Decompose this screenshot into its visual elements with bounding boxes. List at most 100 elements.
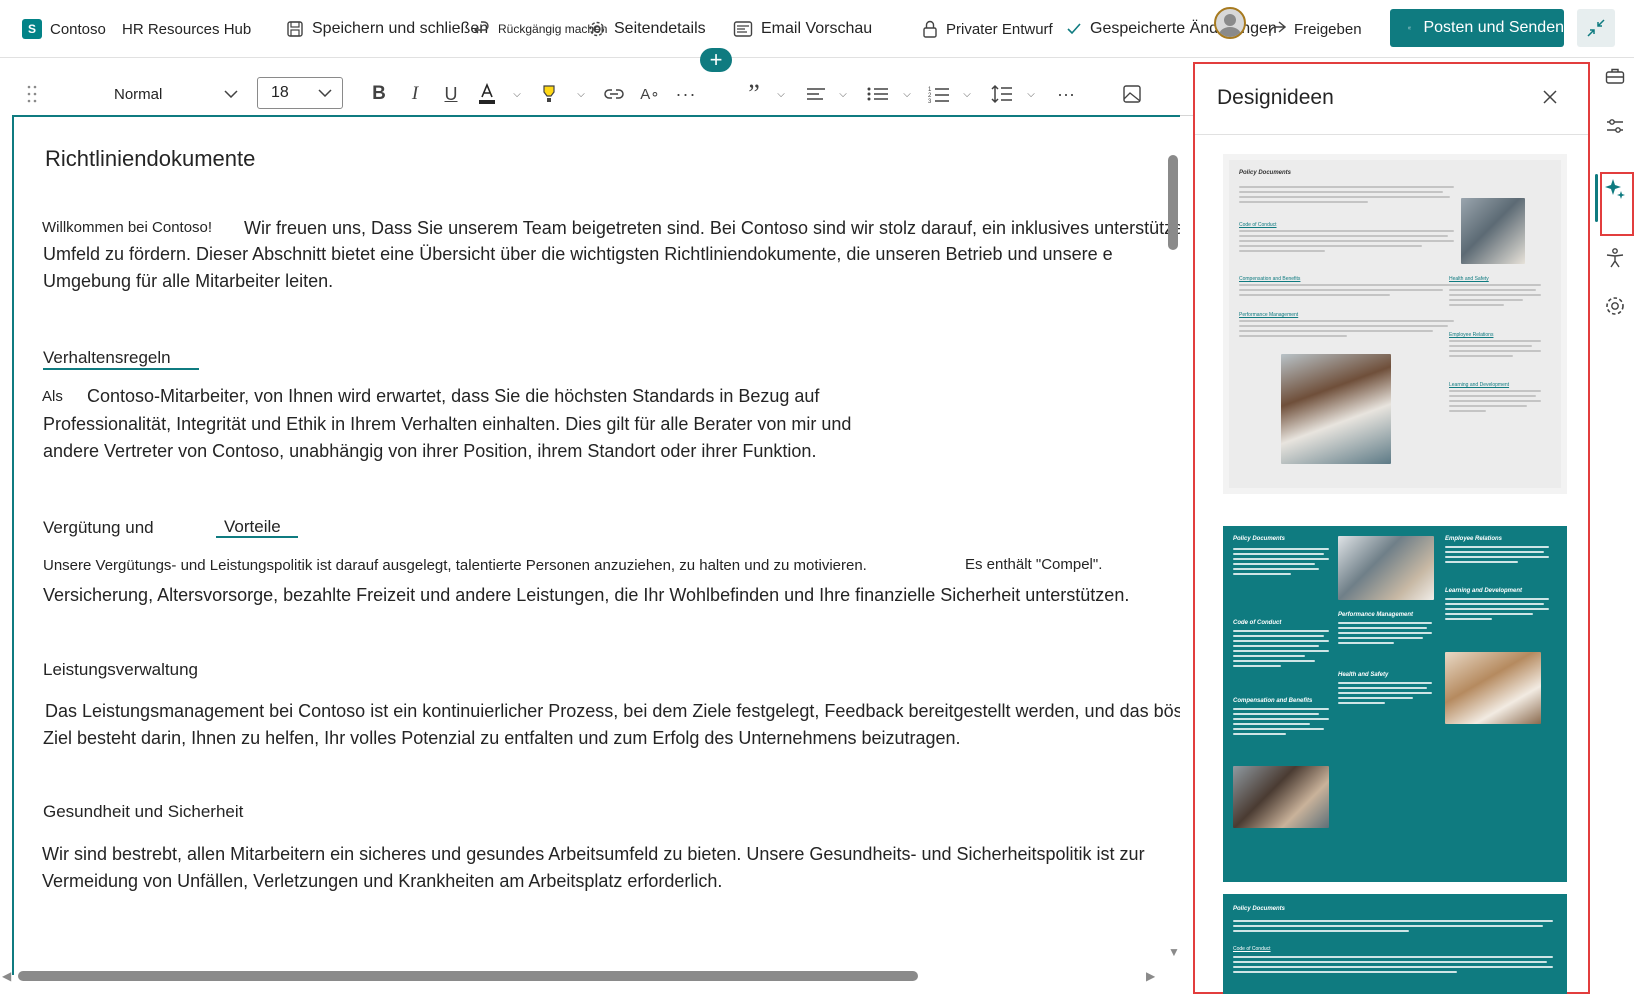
bold-icon[interactable]: B xyxy=(368,82,390,106)
line-spacing-icon[interactable] xyxy=(990,82,1014,106)
text-placeholder xyxy=(1239,186,1454,206)
avatar[interactable] xyxy=(1214,7,1246,39)
health-text-line[interactable]: Vermeidung von Unfällen, Verletzungen un… xyxy=(42,867,722,895)
chevron-down-icon[interactable]: ⌵ xyxy=(510,82,524,106)
design-idea-card[interactable]: Policy Documents Code of Conduct Compens… xyxy=(1223,526,1567,882)
conduct-text-line[interactable]: Contoso-Mitarbeiter, von Ihnen wird erwa… xyxy=(87,382,819,410)
sharepoint-icon: S xyxy=(22,19,42,39)
collapse-icon xyxy=(1587,19,1605,37)
numbering-icon[interactable]: 123 xyxy=(928,82,952,106)
undo-icon xyxy=(474,21,489,34)
horizontal-scrollbar-thumb[interactable] xyxy=(18,971,918,981)
chevron-down-icon xyxy=(318,89,332,97)
clear-format-icon[interactable]: A∘ xyxy=(638,82,662,106)
image-icon[interactable] xyxy=(1120,82,1144,106)
chevron-down-icon[interactable]: ⌵ xyxy=(1024,82,1038,106)
text-placeholder xyxy=(1233,920,1553,935)
text-placeholder xyxy=(1338,682,1432,707)
section-heading-conduct[interactable]: Verhaltensregeln xyxy=(43,348,171,368)
scroll-left-arrow[interactable]: ◀ xyxy=(2,969,11,983)
email-preview-button[interactable]: Email Vorschau xyxy=(733,14,872,44)
section-heading-health[interactable]: Gesundheit und Sicherheit xyxy=(43,802,243,822)
font-color-icon[interactable] xyxy=(476,82,498,106)
site-name[interactable]: HR Resources Hub xyxy=(122,14,251,44)
card-link: Performance Management xyxy=(1239,312,1299,318)
drag-icon[interactable] xyxy=(26,82,38,106)
card-link: Code of Conduct xyxy=(1233,946,1271,952)
page-title[interactable]: Richtliniendokumente xyxy=(45,146,255,172)
health-text-line[interactable]: Wir sind bestrebt, allen Mitarbeitern ei… xyxy=(42,840,1145,868)
email-icon xyxy=(733,21,753,37)
italic-icon[interactable]: I xyxy=(404,82,426,106)
bullets-icon[interactable] xyxy=(866,82,890,106)
chevron-down-icon[interactable]: ⌵ xyxy=(900,82,914,106)
collapse-button[interactable] xyxy=(1577,9,1615,47)
card-heading: Policy Documents xyxy=(1239,170,1292,176)
accessibility-icon[interactable] xyxy=(1603,246,1627,270)
font-size-dropdown[interactable]: 18 xyxy=(257,77,343,109)
style-dropdown[interactable]: Normal xyxy=(100,78,244,110)
quote-icon[interactable]: ” xyxy=(742,79,766,108)
design-idea-card[interactable]: Policy Documents Code of Conduct Compens… xyxy=(1223,154,1567,494)
conduct-text-line[interactable]: Professionalität, Integrität und Ethik i… xyxy=(43,410,851,438)
chevron-down-icon[interactable]: ⌵ xyxy=(960,82,974,106)
post-icon xyxy=(1408,26,1412,30)
heading-underline xyxy=(43,368,199,370)
conduct-lead[interactable]: Als xyxy=(42,383,63,411)
toolbox-icon[interactable] xyxy=(1603,64,1627,88)
share-button[interactable]: Freigeben xyxy=(1268,14,1362,44)
page-canvas[interactable]: Richtliniendokumente Willkommen bei Cont… xyxy=(12,115,1180,975)
card-link: Health and Safety xyxy=(1449,276,1489,282)
section-heading-compensation[interactable]: Vergütung und xyxy=(43,518,154,538)
card-link: Compensation and Benefits xyxy=(1239,276,1301,282)
inline-note[interactable]: Es enthält "Compel". xyxy=(965,551,1102,579)
sliders-icon[interactable] xyxy=(1603,114,1627,138)
vertical-scrollbar-thumb[interactable] xyxy=(1168,155,1178,250)
close-panel-button[interactable] xyxy=(1535,82,1565,112)
highlight-icon[interactable] xyxy=(537,82,561,106)
settings-icon[interactable] xyxy=(1603,294,1627,318)
chevron-down-icon[interactable]: ⌵ xyxy=(836,82,850,106)
heading-underline xyxy=(216,536,298,538)
share-icon xyxy=(1269,21,1286,36)
design-ideas-rail-highlight xyxy=(1600,172,1634,236)
text-placeholder xyxy=(1233,630,1329,670)
section-heading-performance[interactable]: Leistungsverwaltung xyxy=(43,660,198,680)
welcome-label[interactable]: Willkommen bei Contoso! xyxy=(42,214,212,242)
scroll-down-arrow[interactable]: ▼ xyxy=(1168,945,1180,959)
add-section-button[interactable]: + xyxy=(700,48,732,72)
photo-image xyxy=(1461,198,1525,264)
text-placeholder xyxy=(1449,390,1541,415)
app-name: Contoso xyxy=(50,20,106,38)
more-icon[interactable]: ··· xyxy=(1054,82,1078,106)
text-placeholder xyxy=(1445,546,1549,566)
chevron-down-icon[interactable]: ⌵ xyxy=(774,82,788,106)
app-logo[interactable]: S Contoso xyxy=(22,14,106,44)
card-heading: Policy Documents xyxy=(1233,906,1286,912)
compensation-text-line[interactable]: Versicherung, Altersvorsorge, bezahlte F… xyxy=(43,581,1129,609)
lock-icon xyxy=(923,20,937,38)
conduct-text-line[interactable]: andere Vertreter von Contoso, unabhängig… xyxy=(43,437,816,465)
more-icon[interactable]: ··· xyxy=(674,82,698,106)
text-placeholder xyxy=(1233,708,1329,738)
card-heading: Performance Management xyxy=(1338,612,1414,618)
compensation-text-line[interactable]: Unsere Vergütungs- und Leistungspolitik … xyxy=(43,552,867,580)
card-heading: Policy Documents xyxy=(1233,536,1286,542)
scroll-right-arrow[interactable]: ▶ xyxy=(1146,969,1155,983)
section-heading-benefits[interactable]: Vorteile xyxy=(224,517,281,537)
performance-text-line[interactable]: Ziel besteht darin, Ihnen zu helfen, Ihr… xyxy=(43,724,961,752)
save-close-button[interactable]: Speichern und schließen xyxy=(286,14,488,44)
link-icon[interactable] xyxy=(602,82,626,106)
design-idea-card[interactable]: Policy Documents Code of Conduct xyxy=(1223,894,1567,994)
performance-text-line[interactable]: Das Leistungsmanagement bei Contoso ist … xyxy=(45,697,1180,725)
welcome-text-line[interactable]: Umfeld zu fördern. Dieser Abschnitt biet… xyxy=(43,240,1113,268)
post-send-button[interactable]: Posten und Senden xyxy=(1390,9,1564,47)
chevron-down-icon[interactable]: ⌵ xyxy=(574,82,588,106)
page-details-button[interactable]: Seitendetails xyxy=(588,14,706,44)
text-placeholder xyxy=(1449,284,1541,309)
welcome-text-line[interactable]: Umgebung für alle Mitarbeiter leiten. xyxy=(43,267,333,295)
panel-divider xyxy=(1195,134,1588,135)
welcome-text-line[interactable]: Wir freuen uns, Dass Sie unserem Team be… xyxy=(244,214,1180,242)
underline-icon[interactable]: U xyxy=(440,82,462,106)
align-icon[interactable] xyxy=(804,82,828,106)
